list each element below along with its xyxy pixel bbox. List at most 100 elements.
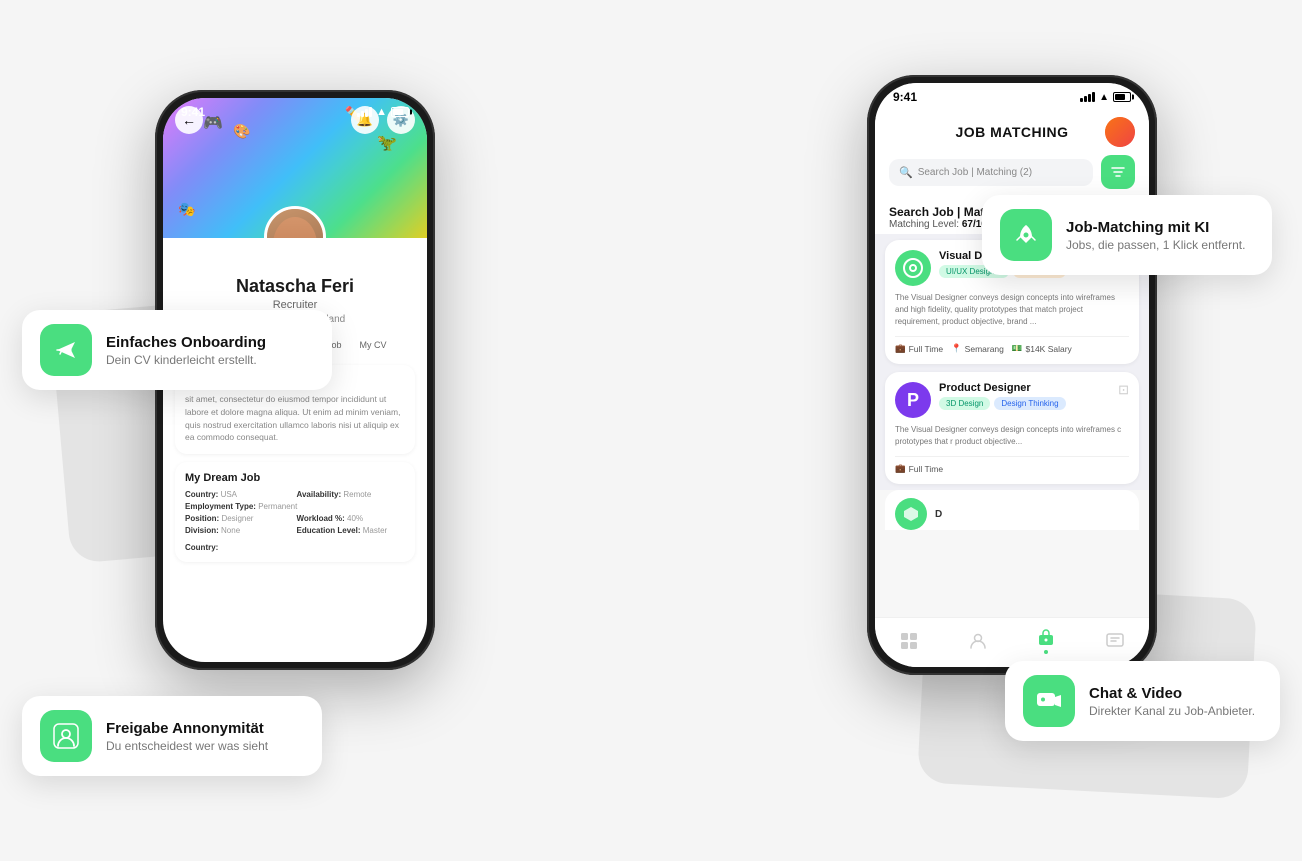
plane-icon [52,336,80,364]
profile-header: 🎮 🎨 ✏️ 🦖 🎭 9:41 ▲ [163,98,427,238]
callout-onboarding: Einfaches Onboarding Dein CV kinderleich… [22,310,332,390]
third-job-logo [902,505,920,523]
scene: 🎮 🎨 ✏️ 🦖 🎭 9:41 ▲ [0,0,1302,861]
job-footer-1: 💼 Full Time 📍 Semarang 💵 $14K Salary [895,343,1129,354]
job-matching-icon-bg [1000,209,1052,261]
job-location-1: 📍 Semarang [951,343,1004,354]
chat-subtitle: Direkter Kanal zu Job-Anbieter. [1089,704,1255,718]
filter-button[interactable] [1101,155,1135,189]
user-avatar-right[interactable] [1105,117,1135,147]
country-label: Country: [185,490,218,499]
chat-title: Chat & Video [1089,685,1255,702]
person-icon [968,631,988,651]
chat-icon-bg [1023,675,1075,727]
callout-job-matching: Job-Matching mit KI Jobs, die passen, 1 … [982,195,1272,275]
briefcase-icon-2: 💼 [895,463,906,474]
onboarding-icon-bg [40,324,92,376]
job-tag-2-0: 3D Design [939,397,990,410]
status-time-right: 9:41 [893,90,917,104]
job-card-2[interactable]: P Product Designer 3D Design Design Thin… [885,372,1139,484]
phone-right: 9:41 ▲ JOB [867,75,1157,675]
workload-label: Workload %: [297,514,345,523]
tab-cv[interactable]: My CV [354,335,393,355]
jobs-icon [1036,628,1056,648]
deco-emoji-4: 🦖 [377,133,397,153]
avatar-image [267,209,323,238]
job-card-3-content: D [895,498,1129,530]
job-name-2: Product Designer [939,382,1110,394]
nav-jobs[interactable] [1036,628,1056,654]
search-bar: 🔍 Search Job | Matching (2) [889,155,1135,189]
job-title-bar: JOB MATCHING [889,117,1135,147]
country-value: USA [221,490,237,499]
onboarding-subtitle: Dein CV kinderleicht erstellt. [106,353,266,367]
job-footer-2: 💼 Full Time [895,463,1129,474]
workload-item: Workload %: 40% [297,514,406,523]
job-desc-2: The Visual Designer conveys design conce… [895,424,1129,448]
availability-label: Availability: [297,490,342,499]
position-item: Position: Designer [185,514,294,523]
division-value: None [221,526,240,535]
matching-label: Matching Level: [889,219,959,230]
bookmark-icon-2[interactable]: ⊡ [1118,382,1129,398]
separator-2 [895,456,1129,457]
phone-right-screen: 9:41 ▲ JOB [875,83,1149,667]
position-label: Position: [185,514,219,523]
visual-designer-logo [902,257,924,279]
signal-icon-right [1080,92,1095,102]
section-text: sit amet, consectetur do eiusmod tempor … [185,393,405,444]
job-logo-2: P [895,382,931,418]
profile-name: Natascha Feri [175,276,415,297]
status-bar-left: 9:41 ▲ [163,98,427,126]
anonymity-title: Freigabe Annonymität [106,720,268,737]
job-header: JOB MATCHING 🔍 Search Job | Matching (2) [875,111,1149,197]
callout-job-matching-text: Job-Matching mit KI Jobs, die passen, 1 … [1066,219,1245,252]
onboarding-title: Einfaches Onboarding [106,334,266,351]
nav-home[interactable] [899,631,919,651]
avatar-face [273,217,317,238]
chat-video-icon [1035,687,1063,715]
callout-anonymity-text: Freigabe Annonymität Du entscheidest wer… [106,720,268,753]
employment-label: Employment Type: [185,502,256,511]
status-time-left: 9:41 [181,105,205,119]
dream-job-title: My Dream Job [185,472,405,484]
job-matching-subtitle: Jobs, die passen, 1 Klick entfernt. [1066,238,1245,252]
grid-icon [899,631,919,651]
nav-messages[interactable] [1105,631,1125,651]
job-card-3-partial: D [885,490,1139,530]
availability-value: Remote [343,490,371,499]
status-icons-left: ▲ [357,106,409,118]
search-input[interactable]: 🔍 Search Job | Matching (2) [889,159,1093,186]
battery-icon-right [1113,92,1131,102]
job-type-2: 💼 Full Time [895,463,943,474]
job-name-3: D [935,509,942,520]
education-label: Education Level: [297,526,361,535]
location-icon-1: 📍 [951,343,962,354]
job-matching-title: Job-Matching mit KI [1066,219,1245,236]
salary-icon-1: 💵 [1012,343,1023,354]
briefcase-icon-1: 💼 [895,343,906,354]
dream-job-section: My Dream Job Country: USA Availability: … [175,462,415,562]
nav-dot [1044,650,1048,654]
division-label: Division: [185,526,219,535]
workload-value: 40% [347,514,363,523]
callout-onboarding-text: Einfaches Onboarding Dein CV kinderleich… [106,334,266,367]
job-logo-1 [895,250,931,286]
country-field-bottom: Country: [185,543,405,552]
anonymity-subtitle: Du entscheidest wer was sieht [106,739,268,753]
bottom-nav [875,617,1149,667]
page-title: JOB MATCHING [955,124,1068,140]
status-bar-right: 9:41 ▲ [875,83,1149,111]
job-tag-2-1: Design Thinking [994,397,1065,410]
job-card-2-info: Product Designer 3D Design Design Thinki… [939,382,1110,410]
job-card-2-header: P Product Designer 3D Design Design Thin… [895,382,1129,418]
dream-job-grid: Country: USA Availability: Remote Employ… [185,490,405,535]
nav-profile[interactable] [968,631,988,651]
signal-icon-left [357,107,372,117]
job-tags-2: 3D Design Design Thinking [939,397,1110,410]
filter-icon [1110,164,1126,180]
status-icons-right: ▲ [1080,92,1131,103]
callout-chat-text: Chat & Video Direkter Kanal zu Job-Anbie… [1089,685,1255,718]
job-salary-1: 💵 $14K Salary [1012,343,1072,354]
job-logo-3 [895,498,927,530]
